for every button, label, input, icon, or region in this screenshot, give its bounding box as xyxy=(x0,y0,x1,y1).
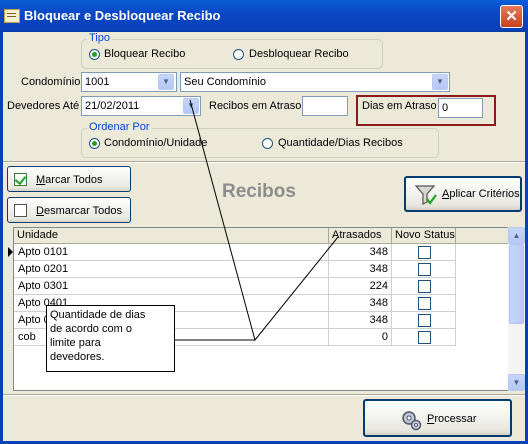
callout-tooltip: Quantidade de dias de acordo com o limit… xyxy=(46,305,175,372)
callout-lines xyxy=(175,99,339,342)
